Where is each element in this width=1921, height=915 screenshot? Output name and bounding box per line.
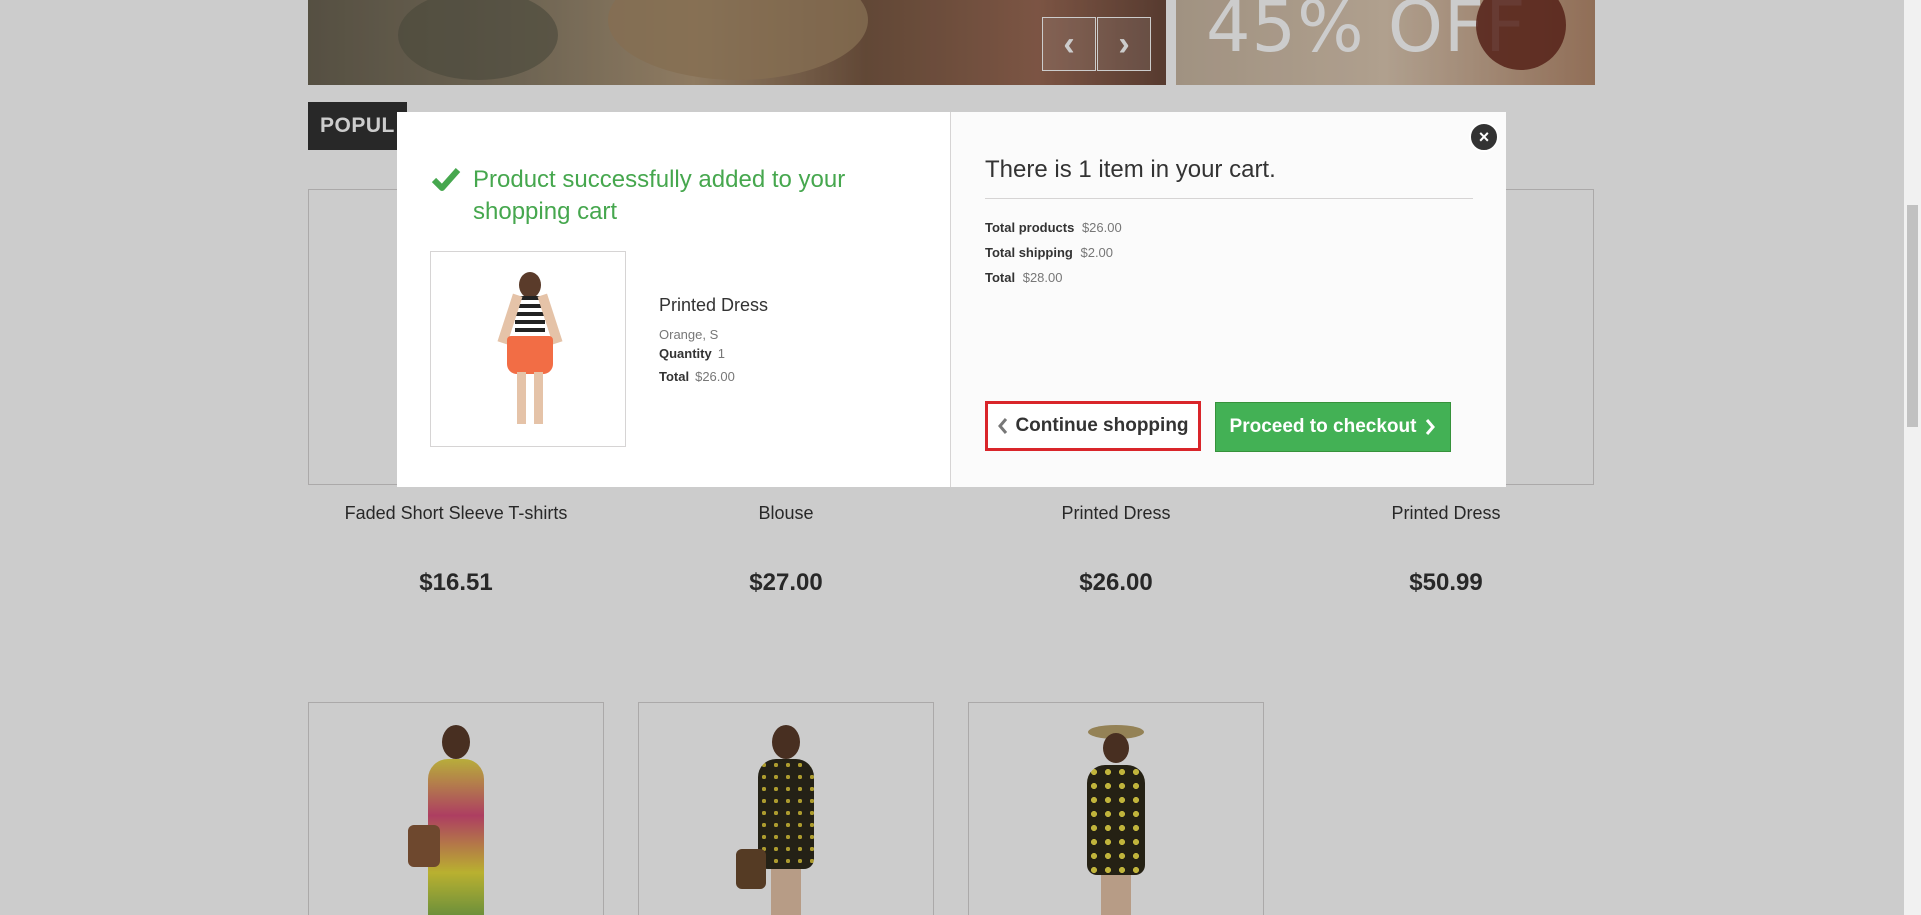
proceed-to-checkout-button[interactable]: Proceed to checkout [1215,402,1451,452]
chevron-left-icon [998,418,1008,434]
total-products-row: Total products $26.00 [985,220,1122,235]
close-icon[interactable]: × [1469,122,1499,152]
total-products-value: $26.00 [1081,220,1122,235]
total-shipping-label: Total shipping [985,245,1073,260]
cart-total-value: $28.00 [1022,270,1063,285]
product-thumbnail [430,251,626,447]
product-total: Total $26.00 [659,369,768,384]
cart-count-heading: There is 1 item in your cart. [985,156,1473,199]
cart-total-row: Total $28.00 [985,270,1122,285]
total-label: Total [659,369,690,384]
continue-shopping-button[interactable]: Continue shopping [985,401,1201,451]
proceed-to-checkout-label: Proceed to checkout [1229,416,1417,437]
product-attributes: Orange, S [659,327,719,342]
product-quantity: Quantity 1 [659,346,768,361]
quantity-label: Quantity [659,346,712,361]
add-to-cart-modal: Product successfully added to your shopp… [397,112,1506,487]
product-details: Printed Dress Orange, S Quantity 1 Total $… [659,295,768,392]
total-products-label: Total products [985,220,1075,235]
product-name: Printed Dress [659,295,769,315]
scrollbar-thumb[interactable] [1907,205,1918,427]
page-scrollbar[interactable] [1904,0,1921,915]
total-shipping-row: Total shipping $2.00 [985,245,1122,260]
added-product-panel: Product successfully added to your shopp… [397,112,951,487]
quantity-value: 1 [717,346,725,361]
total-shipping-value: $2.00 [1080,245,1114,260]
check-icon [431,168,461,191]
cart-totals: Total products $26.00 Total shipping $2.… [985,220,1122,295]
total-value: $26.00 [695,369,735,384]
success-message: Product successfully added to your shopp… [431,164,851,228]
success-text: Product successfully added to your shopp… [473,166,846,225]
cart-total-label: Total [985,270,1016,285]
cart-summary-panel: There is 1 item in your cart. Total prod… [951,112,1506,487]
chevron-right-icon [1426,419,1436,435]
continue-shopping-label: Continue shopping [1015,415,1189,436]
